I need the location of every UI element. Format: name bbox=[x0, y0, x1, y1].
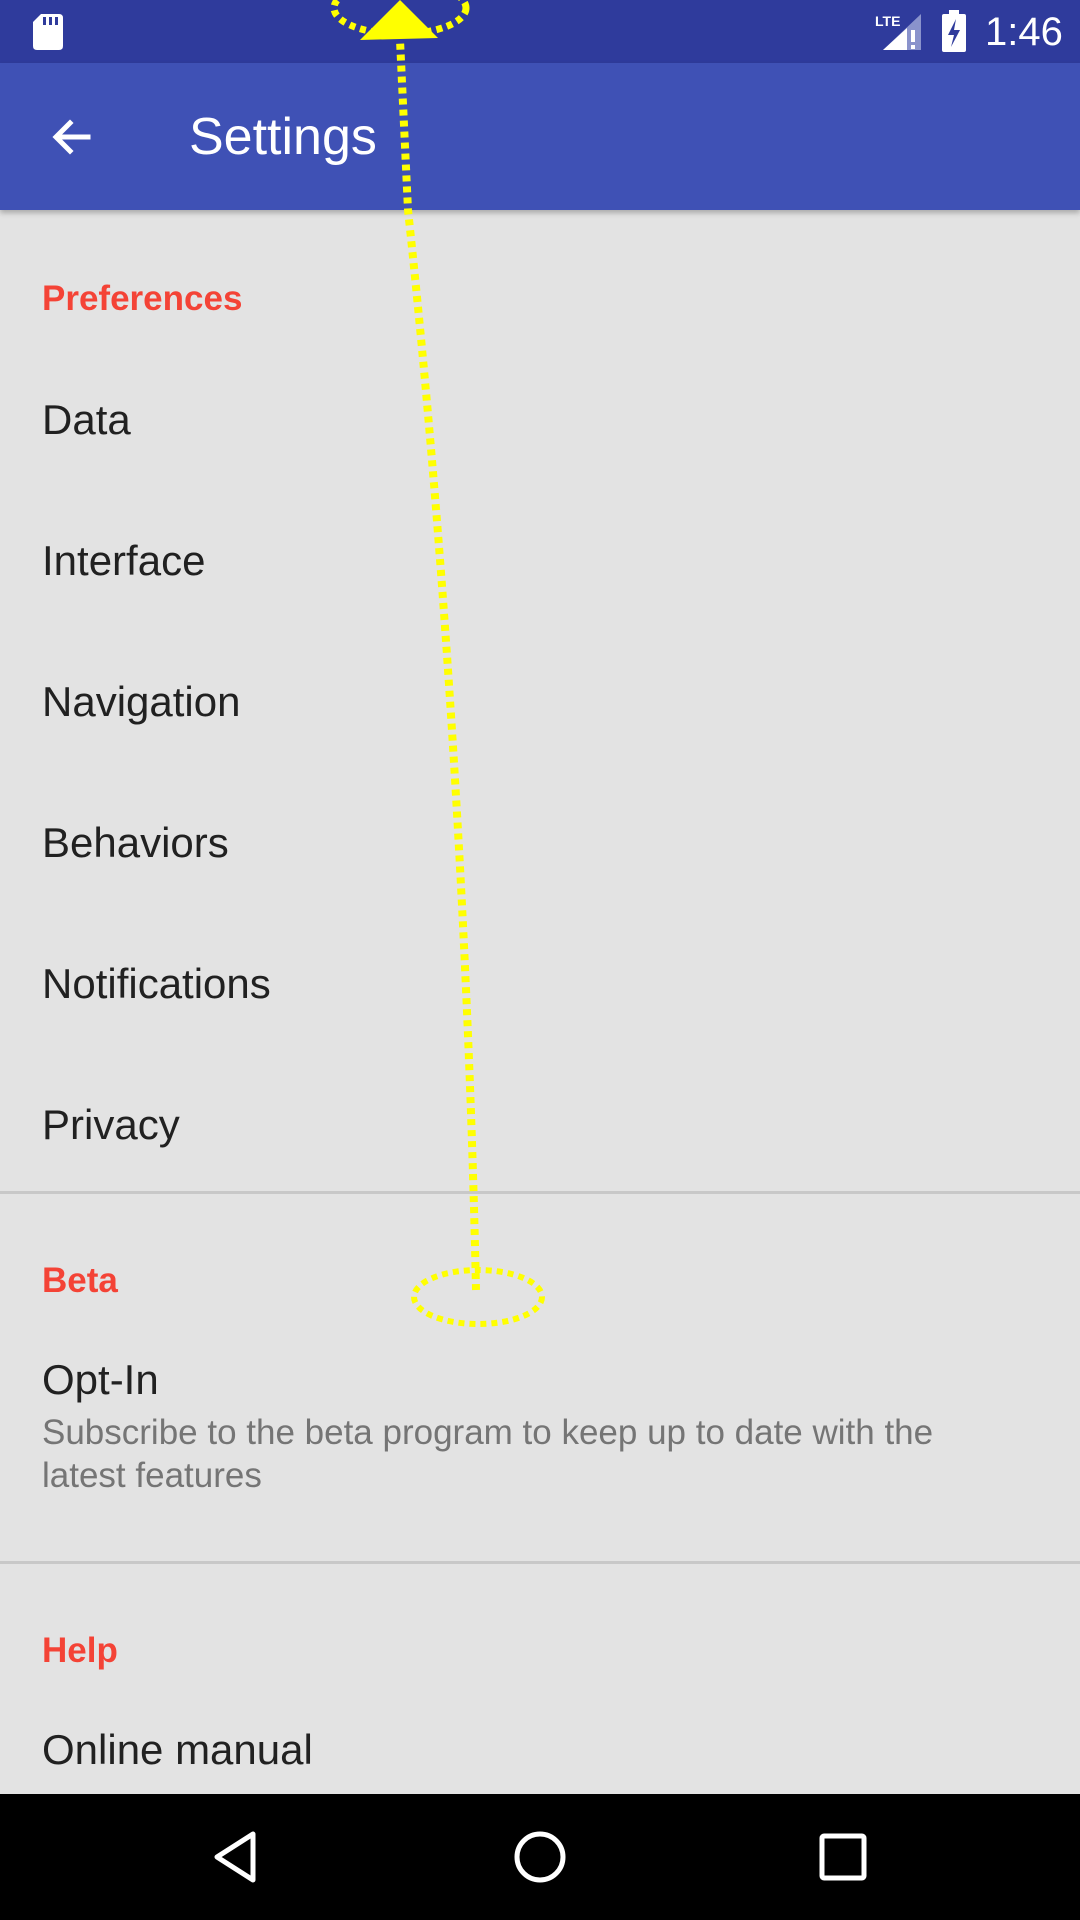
sd-card-icon bbox=[33, 14, 63, 50]
back-triangle-icon bbox=[214, 1831, 256, 1883]
opt-in-title: Opt-In bbox=[42, 1356, 159, 1403]
recents-square-icon bbox=[819, 1833, 867, 1881]
app-bar: Settings bbox=[0, 63, 1080, 210]
settings-item-notifications[interactable]: Notifications bbox=[0, 914, 1080, 1054]
back-button[interactable] bbox=[36, 101, 108, 173]
settings-item-label: Privacy bbox=[42, 1101, 180, 1148]
signal-icon: LTE bbox=[875, 13, 921, 50]
back-arrow-icon bbox=[52, 119, 91, 155]
settings-item-label: Navigation bbox=[42, 678, 241, 725]
battery-charging-icon bbox=[942, 10, 966, 52]
settings-item-label: Online manual bbox=[42, 1726, 313, 1773]
settings-item-online-manual[interactable]: Online manual bbox=[0, 1690, 1080, 1794]
status-clock: 1:46 bbox=[985, 10, 1063, 54]
settings-item-interface[interactable]: Interface bbox=[0, 491, 1080, 631]
settings-item-data[interactable]: Data bbox=[0, 350, 1080, 490]
settings-item-label: Interface bbox=[42, 537, 206, 584]
navigation-bar bbox=[0, 1794, 1080, 1920]
settings-item-label: Data bbox=[42, 396, 131, 443]
section-header-beta: Beta bbox=[42, 1261, 118, 1300]
section-header-preferences: Preferences bbox=[42, 279, 243, 318]
opt-in-summary: Subscribe to the beta program to keep up… bbox=[42, 1413, 934, 1495]
settings-item-behaviors[interactable]: Behaviors bbox=[0, 773, 1080, 913]
nav-recents-button[interactable] bbox=[803, 1817, 883, 1897]
page-title: Settings bbox=[189, 108, 377, 166]
settings-item-opt-in[interactable]: Opt-In Subscribe to the beta program to … bbox=[0, 1320, 1080, 1550]
home-circle-icon bbox=[514, 1831, 566, 1883]
settings-item-label: Notifications bbox=[42, 960, 271, 1007]
nav-home-button[interactable] bbox=[500, 1817, 580, 1897]
settings-item-privacy[interactable]: Privacy bbox=[0, 1055, 1080, 1195]
settings-item-label: Behaviors bbox=[42, 819, 229, 866]
settings-list[interactable]: Preferences Data Interface Navigation Be… bbox=[0, 210, 1080, 1794]
section-divider bbox=[0, 1561, 1080, 1564]
section-header-help: Help bbox=[42, 1631, 118, 1670]
network-label: LTE bbox=[875, 13, 900, 29]
status-bar: LTE 1:46 bbox=[0, 0, 1080, 63]
section-divider bbox=[0, 1191, 1080, 1194]
screen: LTE 1:46 Settings Preferences Data Inter… bbox=[0, 0, 1080, 1920]
settings-item-navigation[interactable]: Navigation bbox=[0, 632, 1080, 772]
nav-back-button[interactable] bbox=[195, 1817, 275, 1897]
